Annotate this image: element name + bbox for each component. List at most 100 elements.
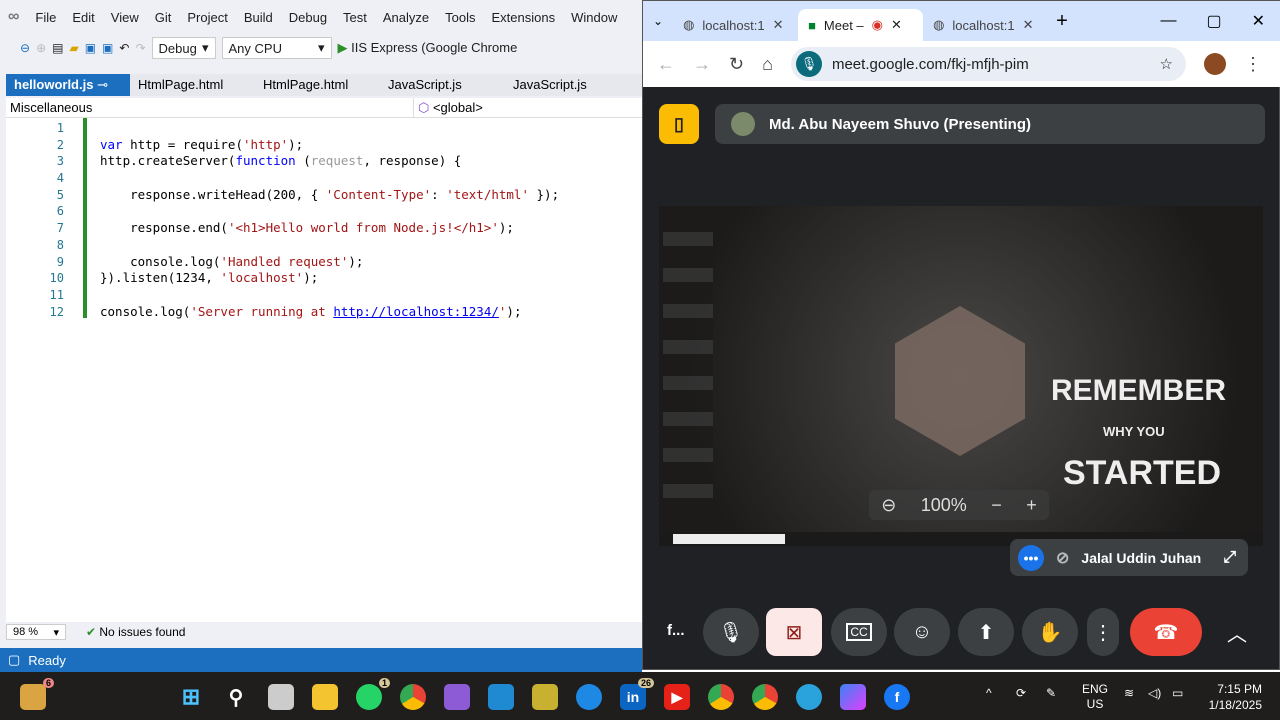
menu-test[interactable]: Test	[335, 10, 375, 25]
copilot-icon[interactable]	[840, 684, 866, 710]
reload-icon[interactable]: ↻	[729, 54, 744, 75]
search-icon[interactable]: ⚲	[223, 684, 249, 710]
configuration-dropdown[interactable]: Debug ▾	[151, 37, 216, 59]
code-token[interactable]: http://localhost:1234/	[333, 304, 499, 319]
captions-button[interactable]: CC	[831, 608, 887, 656]
code-line[interactable]	[100, 287, 559, 304]
telegram-icon[interactable]	[796, 684, 822, 710]
project-dropdown[interactable]: Miscellaneous	[6, 98, 414, 117]
code-line[interactable]: console.log('Handled request');	[100, 254, 559, 271]
run-button[interactable]: ▶ IIS Express (Google Chrome	[338, 40, 518, 56]
pin-icon[interactable]: ⊸	[97, 77, 108, 92]
zoom-dropdown[interactable]: 98 % ▾	[6, 624, 66, 640]
maximize-icon[interactable]: ▢	[1206, 11, 1221, 31]
menu-file[interactable]: File	[27, 10, 64, 25]
menu-project[interactable]: Project	[179, 10, 235, 25]
forward-icon[interactable]: ⊕	[36, 41, 46, 55]
code-editor[interactable]: 1 2 3 4 5 6 7 8 9 10 11 12 var http = require('http…	[6, 118, 642, 622]
microphone-button[interactable]: 🎙	[703, 608, 759, 656]
minimize-icon[interactable]: —	[1160, 12, 1176, 30]
chrome-icon[interactable]	[400, 684, 426, 710]
task-view-icon[interactable]	[268, 684, 294, 710]
menu-edit[interactable]: Edit	[64, 10, 102, 25]
participant-tile[interactable]: ••• ⊘ Jalal Uddin Juhan ⤢	[1010, 539, 1248, 576]
raise-hand-button[interactable]: ✋	[1022, 608, 1078, 656]
snipping-tool-icon[interactable]	[532, 684, 558, 710]
chevron-up-icon[interactable]: ︿	[1227, 618, 1247, 647]
linkedin-icon[interactable]: in 26	[620, 678, 654, 710]
browser-tab-localhost-2[interactable]: ◍ localhost:1 ✕	[923, 9, 1048, 41]
close-icon[interactable]: ✕	[773, 17, 784, 33]
leave-call-button[interactable]: ☎	[1130, 608, 1202, 656]
new-tab-icon[interactable]: +	[1056, 10, 1068, 33]
address-bar[interactable]: 🎙 meet.google.com/fkj-mfjh-pim ☆	[790, 47, 1186, 81]
browser-tab-meet[interactable]: ■ Meet – ◉ ✕	[798, 9, 924, 41]
edge-icon[interactable]	[576, 684, 602, 710]
code-line[interactable]	[100, 120, 559, 137]
back-icon[interactable]: ←	[657, 54, 675, 75]
wifi-icon[interactable]: ≋	[1124, 686, 1134, 700]
tab-htmlpage-html-2[interactable]: HtmlPage.html	[255, 74, 380, 96]
more-icon[interactable]: ⋮	[1244, 54, 1262, 75]
forward-icon[interactable]: →	[693, 54, 711, 75]
code-line[interactable]: http.createServer(function (request, res…	[100, 153, 559, 170]
vscode-icon[interactable]	[488, 684, 514, 710]
file-explorer-icon[interactable]	[312, 684, 338, 710]
open-folder-icon[interactable]: ▰	[69, 41, 78, 55]
reactions-button[interactable]: ☺	[894, 608, 950, 656]
microphone-icon[interactable]: 🎙	[795, 51, 822, 77]
camera-button[interactable]: ⊠	[766, 608, 822, 656]
code-line[interactable]	[100, 237, 559, 254]
back-icon[interactable]: ⊖	[20, 41, 30, 55]
save-icon[interactable]: ▣	[85, 41, 96, 55]
redo-icon[interactable]: ↷	[135, 41, 145, 55]
menu-window[interactable]: Window	[563, 10, 625, 25]
code-line[interactable]: response.writeHead(200, { 'Content-Type'…	[100, 187, 559, 204]
code-line[interactable]: }).listen(1234, 'localhost');	[100, 270, 559, 287]
platform-dropdown[interactable]: Any CPU ▾	[221, 37, 332, 59]
home-icon[interactable]: ⌂	[762, 54, 773, 75]
issues-indicator[interactable]: ✔ No issues found	[86, 625, 185, 639]
tab-javascript-js-2[interactable]: JavaScript.js	[505, 74, 630, 96]
whatsapp-icon[interactable]: 1	[356, 678, 390, 710]
more-options-icon[interactable]: •••	[1018, 544, 1044, 571]
tab-javascript-js[interactable]: JavaScript.js	[380, 74, 505, 96]
code-line[interactable]	[100, 203, 559, 220]
tab-helloworld-js[interactable]: helloworld.js ⊸ ✕	[6, 74, 130, 108]
close-icon[interactable]: ✕	[1023, 17, 1034, 33]
chevron-up-icon[interactable]: ^	[986, 686, 992, 700]
browser-tab-localhost[interactable]: ◍ localhost:1 ✕	[673, 9, 798, 41]
menu-view[interactable]: View	[103, 10, 147, 25]
expand-icon[interactable]: ⤢	[1223, 549, 1236, 567]
meeting-info-button[interactable]: ▯	[659, 104, 699, 144]
profile-avatar[interactable]	[1203, 53, 1226, 75]
close-window-icon[interactable]: ✕	[1252, 11, 1265, 31]
clock[interactable]: 7:15 PM 1/18/2025	[1200, 681, 1262, 713]
menu-build[interactable]: Build	[236, 10, 281, 25]
sync-icon[interactable]: ⟳	[1016, 686, 1026, 700]
tab-search-icon[interactable]: ⌄	[653, 14, 663, 28]
menu-git[interactable]: Git	[147, 10, 180, 25]
undo-icon[interactable]: ↶	[119, 41, 129, 55]
weather-widget[interactable]: 6	[20, 678, 54, 710]
code-content[interactable]: var http = require('http'); http.createSe…	[100, 120, 559, 320]
menu-tools[interactable]: Tools	[437, 10, 483, 25]
battery-icon[interactable]: ▭	[1172, 686, 1183, 700]
close-icon[interactable]: ✕	[891, 17, 902, 33]
code-line[interactable]	[100, 170, 559, 187]
visual-studio-icon[interactable]	[444, 684, 470, 710]
save-all-icon[interactable]: ▣	[102, 41, 113, 55]
chrome-canary-icon[interactable]	[752, 684, 778, 710]
scope-dropdown[interactable]: ⬡ <global>	[414, 98, 487, 117]
chrome-profile-icon[interactable]	[708, 684, 734, 710]
code-line[interactable]: response.end('<h1>Hello world from Node.…	[100, 220, 559, 237]
present-button[interactable]: ⬆	[958, 608, 1014, 656]
facebook-icon[interactable]: f	[884, 684, 910, 710]
tab-htmlpage-html[interactable]: HtmlPage.html	[130, 74, 255, 96]
menu-analyze[interactable]: Analyze	[375, 10, 437, 25]
language-indicator[interactable]: ENG US	[1082, 682, 1108, 712]
new-project-icon[interactable]: ▤	[52, 41, 63, 55]
code-line[interactable]: console.log('Server running at http://lo…	[100, 304, 559, 321]
volume-icon[interactable]: ◁)	[1148, 686, 1161, 700]
bookmark-star-icon[interactable]: ☆	[1160, 55, 1173, 73]
